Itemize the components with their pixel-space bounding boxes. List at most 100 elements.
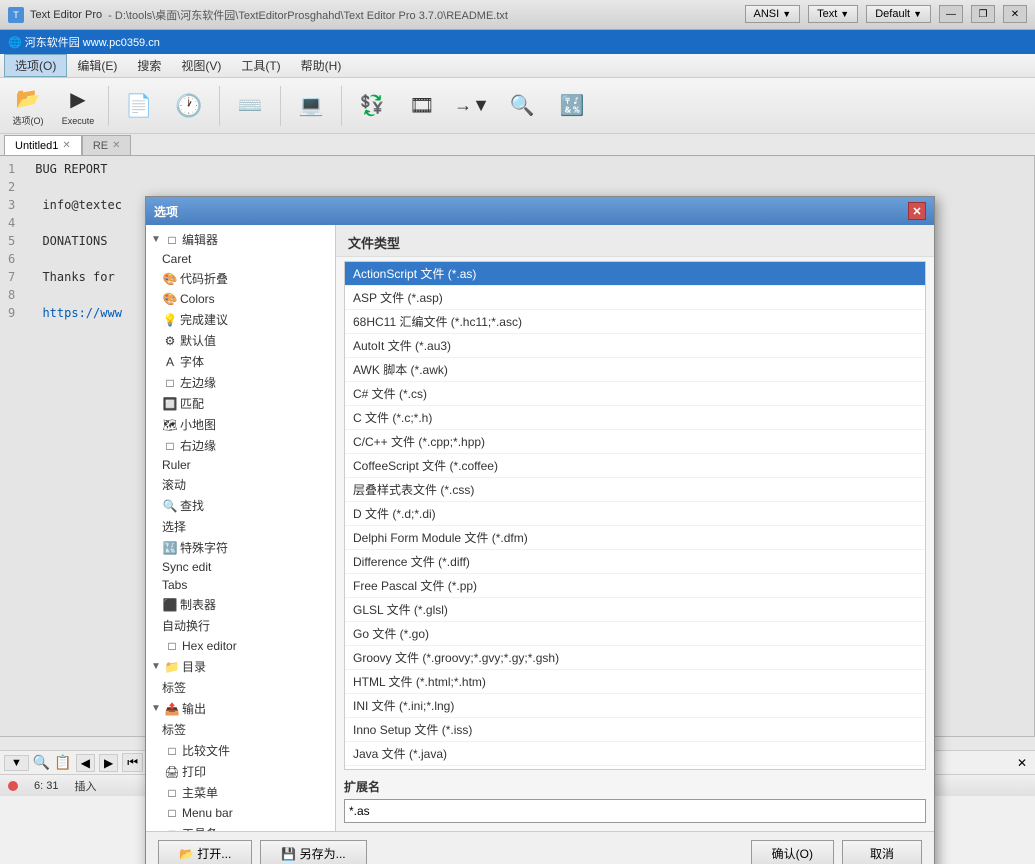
tree-tabs[interactable]: Tabs (146, 576, 335, 594)
tab-untitled1[interactable]: Untitled1 ✕ (4, 135, 82, 155)
filetype-item[interactable]: INI 文件 (*.ini;*.lng) (345, 694, 925, 718)
nav-prev-btn[interactable]: ◀ (76, 754, 95, 772)
tree-menu-bar[interactable]: □ Menu bar (146, 803, 335, 823)
tree-minimap[interactable]: 🗺 小地图 (146, 414, 335, 435)
toolbar-film-btn[interactable]: 🎞 (398, 82, 446, 130)
tab-readme-close[interactable]: ✕ (112, 140, 120, 151)
tree-right-margin[interactable]: □ 右边缘 (146, 435, 335, 456)
toolbar-arrow-btn[interactable]: →▼ (448, 82, 496, 130)
tree-colors[interactable]: 🎨 Colors (146, 289, 335, 309)
toolbar-currency-btn[interactable]: 💱 (348, 82, 396, 130)
filetype-item[interactable]: Delphi Form Module 文件 (*.dfm) (345, 526, 925, 550)
filetype-item[interactable]: AutoIt 文件 (*.au3) (345, 334, 925, 358)
tree-suggestions[interactable]: 💡 完成建议 (146, 309, 335, 330)
filetype-item[interactable]: C/C++ 文件 (*.cpp;*.hpp) (345, 430, 925, 454)
tree-tool-bar[interactable]: □ 工具条 (146, 823, 335, 831)
menu-help[interactable]: 帮助(H) (291, 54, 352, 77)
tree-left-margin[interactable]: □ 左边缘 (146, 372, 335, 393)
tree-code-fold[interactable]: 🎨 代码折叠 (146, 268, 335, 289)
tree-select[interactable]: 选择 (146, 516, 335, 537)
nav-first-btn[interactable]: ⏮ (122, 753, 143, 772)
filetype-item[interactable]: JavaScript 文件 (*.js) (345, 766, 925, 770)
tab-readme[interactable]: RE ✕ (82, 135, 132, 155)
menu-view[interactable]: 视图(V) (171, 54, 231, 77)
tree-scroll[interactable]: 滚动 (146, 474, 335, 495)
toolbar-keyboard-btn[interactable]: ⌨️ (226, 82, 274, 130)
toolbar-new-btn[interactable]: 📄 (115, 82, 163, 130)
filetype-item[interactable]: Inno Setup 文件 (*.iss) (345, 718, 925, 742)
tree-out-tag[interactable]: 标签 (146, 719, 335, 740)
filetype-item[interactable]: GLSL 文件 (*.glsl) (345, 598, 925, 622)
tree-directory-root[interactable]: ▼ 📁 目录 (146, 656, 335, 677)
filetype-item[interactable]: D 文件 (*.d;*.di) (345, 502, 925, 526)
tab-bar: Untitled1 ✕ RE ✕ (0, 134, 1035, 156)
close-button[interactable]: ✕ (1003, 5, 1027, 23)
zoom-dropdown[interactable]: ▼ (4, 755, 29, 771)
tree-font[interactable]: A 字体 (146, 351, 335, 372)
tree-compare[interactable]: □ 比较文件 (146, 740, 335, 761)
tree-ruler[interactable]: Ruler (146, 456, 335, 474)
confirm-button[interactable]: 确认(O) (751, 840, 834, 864)
copy-icon[interactable]: 📋 (54, 754, 71, 771)
filetype-item[interactable]: 层叠样式表文件 (*.css) (345, 478, 925, 502)
tree-caret[interactable]: Caret (146, 250, 335, 268)
dir-expand-icon: ▼ (150, 661, 162, 673)
filetype-item[interactable]: C# 文件 (*.cs) (345, 382, 925, 406)
tree-print[interactable]: 🖨 打印 (146, 761, 335, 782)
toolbar-search-btn[interactable]: 🔍 (498, 82, 546, 130)
save-as-button[interactable]: 💾 另存为... (260, 840, 366, 864)
filetype-item[interactable]: AWK 脚本 (*.awk) (345, 358, 925, 382)
status-mode: 插入 (74, 778, 96, 794)
filetype-item[interactable]: Java 文件 (*.java) (345, 742, 925, 766)
menu-edit[interactable]: 编辑(E) (67, 54, 127, 77)
extension-input[interactable] (344, 799, 926, 823)
tree-sync-edit[interactable]: Sync edit (146, 558, 335, 576)
open-button[interactable]: 📂 打开... (158, 840, 252, 864)
zoom-icon[interactable]: 🔍 (33, 754, 50, 771)
tree-colors-label: Colors (180, 292, 331, 306)
menu-search[interactable]: 搜索 (127, 54, 171, 77)
filetype-item[interactable]: Groovy 文件 (*.groovy;*.gvy;*.gy;*.gsh) (345, 646, 925, 670)
toolbar-terminal-btn[interactable]: 💻 (287, 82, 335, 130)
cancel-button[interactable]: 取消 (842, 840, 922, 864)
toolbar-execute-btn[interactable]: ▶ Execute (54, 82, 102, 130)
menu-option[interactable]: 选项(O) (4, 54, 67, 77)
tab-untitled1-close[interactable]: ✕ (62, 140, 70, 151)
dialog-footer: 📂 打开... 💾 另存为... 确认(O) 取消 (146, 831, 934, 864)
nav-next-btn[interactable]: ▶ (99, 754, 118, 772)
toolbar-option-btn[interactable]: 📂 选项(O) (4, 82, 52, 130)
minimize-button[interactable]: — (939, 5, 963, 23)
toolbar-clock-btn[interactable]: 🕐 (165, 82, 213, 130)
filetype-item[interactable]: ActionScript 文件 (*.as) (345, 262, 925, 286)
tree-ruler-label: Ruler (162, 458, 331, 472)
default-button[interactable]: Default ▼ (866, 5, 931, 23)
menu-tools[interactable]: 工具(T) (231, 54, 290, 77)
tree-dir-tag[interactable]: 标签 (146, 677, 335, 698)
filetype-list[interactable]: ActionScript 文件 (*.as)ASP 文件 (*.asp)68HC… (344, 261, 926, 770)
filetype-item[interactable]: Go 文件 (*.go) (345, 622, 925, 646)
filetype-item[interactable]: Free Pascal 文件 (*.pp) (345, 574, 925, 598)
restore-button[interactable]: ❐ (971, 5, 995, 23)
tree-match[interactable]: 🔲 匹配 (146, 393, 335, 414)
filetype-item[interactable]: Difference 文件 (*.diff) (345, 550, 925, 574)
toolbar-special-btn[interactable]: 🔣 (548, 82, 596, 130)
tree-hex-editor[interactable]: □ Hex editor (146, 636, 335, 656)
filetype-item[interactable]: ASP 文件 (*.asp) (345, 286, 925, 310)
filetype-item[interactable]: CoffeeScript 文件 (*.coffee) (345, 454, 925, 478)
ansi-button[interactable]: ANSI ▼ (745, 5, 801, 23)
filetype-item[interactable]: 68HC11 汇编文件 (*.hc11;*.asc) (345, 310, 925, 334)
tree-word-wrap[interactable]: 自动换行 (146, 615, 335, 636)
tree-main-menu[interactable]: □ 主菜单 (146, 782, 335, 803)
filetype-item[interactable]: HTML 文件 (*.html;*.htm) (345, 670, 925, 694)
tree-find[interactable]: 🔍 查找 (146, 495, 335, 516)
tree-defaults[interactable]: ⚙ 默认值 (146, 330, 335, 351)
tree-tabulator[interactable]: ⬛ 制表器 (146, 594, 335, 615)
tree-editor-root[interactable]: ▼ □ 编辑器 (146, 229, 335, 250)
tree-output-root[interactable]: ▼ 📤 输出 (146, 698, 335, 719)
dialog-close-button[interactable]: ✕ (908, 202, 926, 220)
tree-hex-editor-label: Hex editor (182, 639, 331, 653)
tree-special-char[interactable]: 🔣 特殊字符 (146, 537, 335, 558)
text-button[interactable]: Text ▼ (808, 5, 858, 23)
filetype-item[interactable]: C 文件 (*.c;*.h) (345, 406, 925, 430)
close-bottom-icon[interactable]: ✕ (1017, 756, 1027, 770)
